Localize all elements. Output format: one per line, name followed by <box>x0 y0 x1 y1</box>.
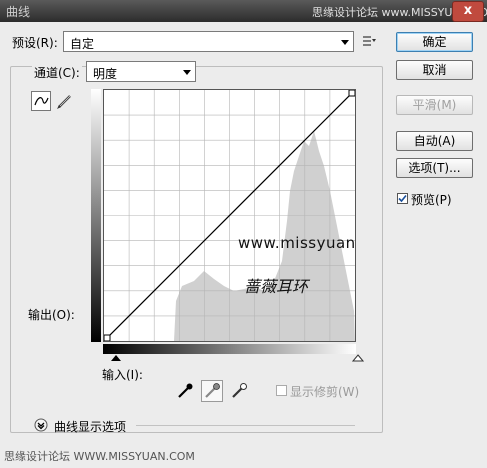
curve-tool-button[interactable] <box>31 91 51 111</box>
preset-value: 自定 <box>70 37 95 51</box>
input-label: 输入(I): <box>102 368 143 382</box>
show-clipping-label: 显示修剪(W) <box>290 385 360 399</box>
curve-display-options-label: 曲线显示选项 <box>54 420 127 434</box>
channel-value: 明度 <box>93 67 118 81</box>
close-button[interactable]: x <box>452 1 484 22</box>
curve-point[interactable] <box>104 334 111 341</box>
channel-select[interactable]: 明度 <box>86 61 196 82</box>
window-title: 曲线 <box>6 5 31 19</box>
curve-graph[interactable]: www.missyuan.com 蔷薇耳环 <box>103 89 356 342</box>
output-label: 输出(O): <box>28 308 75 322</box>
title-bar: 曲线 思缘设计论坛 www.MISSYUAN.COM x <box>0 0 487 22</box>
graph-watermark-text: 蔷薇耳环 <box>244 277 309 296</box>
black-point-slider[interactable] <box>110 354 122 362</box>
curve-graph-svg[interactable] <box>104 90 355 341</box>
pencil-icon[interactable] <box>55 91 75 111</box>
auto-button[interactable]: 自动(A) <box>396 131 473 151</box>
white-point-slider[interactable] <box>352 354 364 362</box>
preset-label: 预设(R): <box>12 36 58 50</box>
checkmark-icon <box>398 194 407 203</box>
show-clipping-checkbox[interactable] <box>276 385 287 396</box>
watermark-bottom: 思缘设计论坛 WWW.MISSYUAN.COM <box>4 450 195 463</box>
channel-label: 通道(C): <box>32 64 82 81</box>
ok-button[interactable]: 确定 <box>396 32 473 52</box>
chevron-down-icon <box>341 40 349 45</box>
curve-point[interactable] <box>348 90 355 97</box>
white-eyedropper-icon[interactable] <box>230 382 248 400</box>
graph-watermark-url: www.missyuan.com <box>238 234 356 252</box>
preview-checkbox[interactable] <box>397 193 408 204</box>
preset-select[interactable]: 自定 <box>63 31 354 52</box>
options-button[interactable]: 选项(T)... <box>396 158 473 178</box>
cancel-button[interactable]: 取消 <box>396 60 473 80</box>
options-separator <box>136 425 355 426</box>
gray-eyedropper-button[interactable] <box>201 380 223 402</box>
chevron-down-icon <box>183 70 191 75</box>
preview-label: 预览(P) <box>411 193 452 207</box>
curve-tool-icon <box>34 97 49 106</box>
expand-chevron-icon[interactable] <box>34 418 48 432</box>
gray-eyedropper-icon <box>205 383 220 398</box>
output-gradient-bar <box>91 89 101 342</box>
preset-options-icon[interactable] <box>362 34 376 48</box>
black-eyedropper-icon[interactable] <box>176 382 194 400</box>
smooth-button[interactable]: 平滑(M) <box>396 95 473 115</box>
input-gradient-bar <box>103 344 356 354</box>
